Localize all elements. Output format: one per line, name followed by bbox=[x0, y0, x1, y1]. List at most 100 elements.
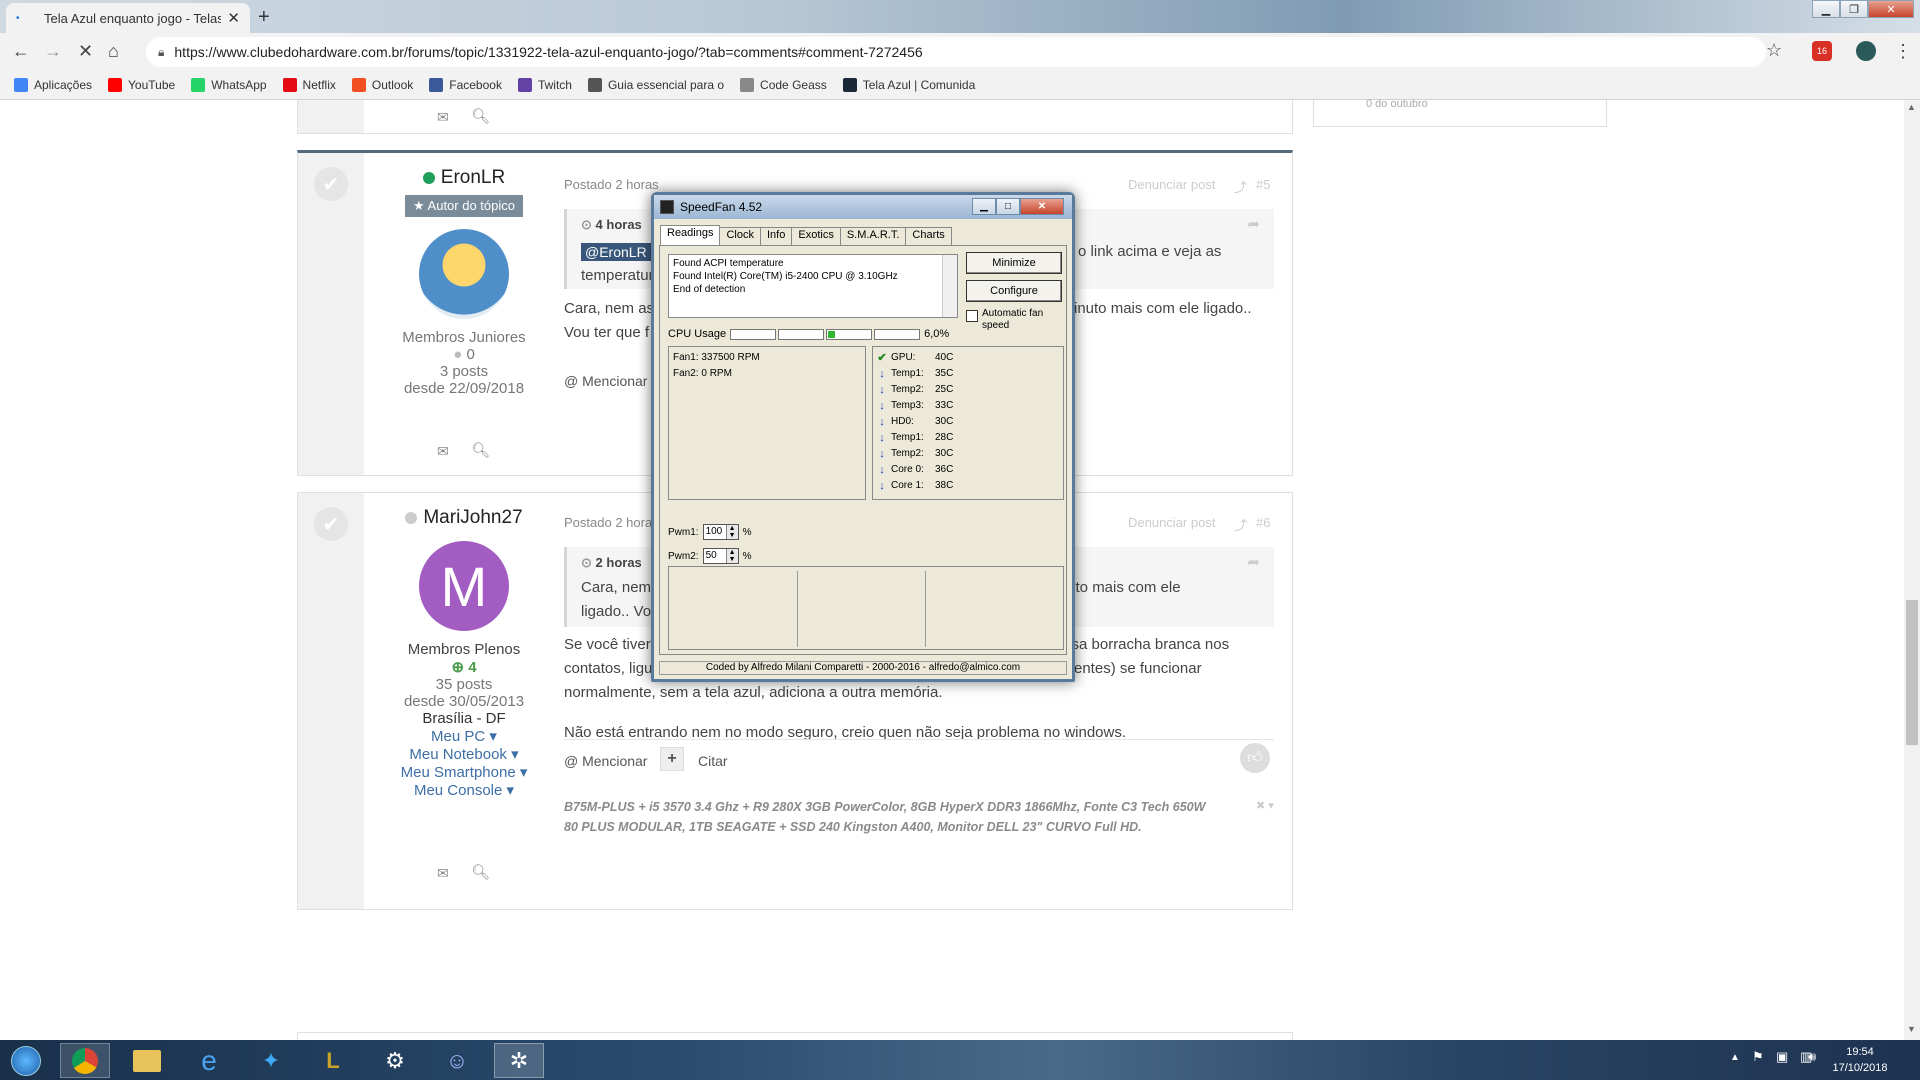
share-icon[interactable]: ⤴ bbox=[1234, 177, 1247, 196]
search-icon[interactable]: 🔍︎ bbox=[471, 107, 490, 125]
bookmark-2[interactable]: WhatsApp bbox=[191, 78, 267, 92]
steam-taskbar-icon[interactable]: ⚙ bbox=[370, 1043, 420, 1078]
pwm1-input[interactable]: 100 ▲ ▼ bbox=[702, 524, 739, 540]
window-minimize-button[interactable]: ▁ bbox=[1812, 0, 1840, 18]
profile-link-2[interactable]: Meu Smartphone ▾ bbox=[364, 763, 564, 781]
profile-link-0[interactable]: Meu PC ▾ bbox=[364, 727, 564, 745]
like-thumb-icon[interactable]: 👍︎ bbox=[1240, 743, 1270, 773]
bookmark-8[interactable]: Code Geass bbox=[740, 78, 827, 92]
minimize-button[interactable]: Minimize bbox=[966, 252, 1062, 274]
bookmark-6[interactable]: Twitch bbox=[517, 78, 572, 92]
scrollbar-thumb[interactable] bbox=[1906, 600, 1918, 745]
sensor-value: 33C bbox=[935, 400, 954, 411]
bookmark-3[interactable]: Netflix bbox=[282, 78, 336, 92]
speedfan-close-icon[interactable]: ✕ bbox=[1020, 198, 1064, 215]
chrome-taskbar-icon[interactable] bbox=[60, 1043, 110, 1078]
menu-dots-icon[interactable]: ⋮ bbox=[1894, 41, 1912, 62]
profile-link-3[interactable]: Meu Console ▾ bbox=[364, 781, 564, 799]
volume-icon[interactable]: 🔊︎ bbox=[1808, 1049, 1816, 1065]
mention-button[interactable]: @ Mencionar bbox=[564, 373, 647, 389]
bookmark-label: Code Geass bbox=[760, 78, 827, 92]
scroll-up-icon[interactable]: ▲ bbox=[1907, 102, 1916, 112]
page-scrollbar[interactable]: ▲ ▼ bbox=[1904, 100, 1920, 1040]
detection-log[interactable]: Found ACPI temperature Found Intel(R) Cor… bbox=[668, 254, 958, 318]
forward-icon[interactable]: → bbox=[44, 41, 62, 62]
search-icon[interactable]: 🔍︎ bbox=[471, 441, 490, 459]
bookmark-0[interactable]: Aplicações bbox=[14, 78, 92, 92]
post-number[interactable]: #6 bbox=[1256, 515, 1270, 530]
cpu-usage-value: 6,0% bbox=[924, 328, 950, 340]
speedfan-taskbar-icon[interactable]: ✲ bbox=[494, 1043, 544, 1078]
speedfan-tab-readings[interactable]: Readings bbox=[660, 225, 721, 245]
sensor-value: 30C bbox=[935, 416, 954, 427]
league-of-legends-taskbar-icon[interactable]: L bbox=[308, 1043, 358, 1078]
tab-close-icon[interactable]: ✕ bbox=[227, 9, 240, 27]
bookmark-5[interactable]: Facebook bbox=[429, 78, 502, 92]
speedfan-tab-info[interactable]: Info bbox=[760, 227, 793, 245]
speedfan-tab-smart[interactable]: S.M.A.R.T. bbox=[839, 227, 907, 245]
avatar[interactable] bbox=[419, 229, 509, 319]
start-button[interactable] bbox=[2, 1043, 50, 1078]
bookmark-4[interactable]: Outlook bbox=[351, 78, 413, 92]
speedfan-tab-charts[interactable]: Charts bbox=[905, 227, 952, 245]
mention-button[interactable]: @ Mencionar bbox=[564, 753, 647, 769]
post-number[interactable]: #5 bbox=[1256, 177, 1270, 192]
post-body-line1-right: ssa borracha branca nos bbox=[1064, 636, 1230, 653]
bookmark-star-icon[interactable]: ☆ bbox=[1766, 40, 1782, 61]
bookmark-7[interactable]: Guia essencial para o bbox=[587, 78, 724, 92]
username[interactable]: MariJohn27 bbox=[423, 507, 522, 529]
log-scrollbar[interactable] bbox=[942, 255, 957, 317]
speedfan-title: SpeedFan 4.52 bbox=[680, 200, 763, 214]
window-close-button[interactable]: ✕ bbox=[1868, 0, 1914, 18]
pwm2-spinner-icon[interactable]: ▲ ▼ bbox=[725, 549, 738, 563]
pwm1-spinner-icon[interactable]: ▲ ▼ bbox=[725, 525, 738, 539]
message-icon[interactable]: ✉ bbox=[437, 865, 449, 882]
tray-expand-icon[interactable]: ▲ bbox=[1730, 1052, 1740, 1063]
quote-chevron-icon: ⊙ bbox=[581, 217, 592, 232]
multiquote-plus-button[interactable]: + bbox=[660, 747, 684, 771]
report-post-link[interactable]: Denunciar post bbox=[1128, 177, 1215, 192]
search-icon[interactable]: 🔍︎ bbox=[471, 863, 490, 881]
quote-button[interactable]: Citar bbox=[698, 753, 728, 769]
avatar[interactable]: M bbox=[419, 541, 509, 631]
message-icon[interactable]: ✉ bbox=[437, 109, 449, 126]
stop-loading-icon[interactable]: ✕ bbox=[78, 41, 93, 62]
address-bar[interactable]: 🔒︎ https://www.clubedohardware.com.br/fo… bbox=[146, 37, 1766, 67]
home-icon[interactable]: ⌂ bbox=[108, 41, 119, 62]
tray-flag-icon[interactable]: ⚑ bbox=[1752, 1049, 1764, 1065]
share-icon[interactable]: ⤴ bbox=[1234, 515, 1247, 534]
mention-tag[interactable]: @EronLR bbox=[581, 243, 651, 261]
pwm2-input[interactable]: 50 ▲ ▼ bbox=[702, 548, 739, 564]
back-icon[interactable]: ← bbox=[12, 41, 30, 62]
reputation-plus-icon: ⊕ bbox=[451, 659, 465, 676]
window-restore-button[interactable]: ❐ bbox=[1840, 0, 1868, 18]
report-post-link[interactable]: Denunciar post bbox=[1128, 515, 1215, 530]
internet-explorer-taskbar-icon[interactable]: e bbox=[184, 1043, 234, 1078]
profile-avatar[interactable] bbox=[1856, 41, 1876, 61]
username[interactable]: EronLR bbox=[441, 167, 505, 189]
bookmark-1[interactable]: YouTube bbox=[108, 78, 175, 92]
signature-options-icon[interactable]: ✖ ▾ bbox=[1256, 799, 1274, 812]
readings-graph bbox=[668, 566, 1064, 650]
configure-button[interactable]: Configure bbox=[966, 280, 1062, 302]
bookmark-label: Twitch bbox=[537, 78, 572, 92]
scroll-down-icon[interactable]: ▼ bbox=[1907, 1024, 1916, 1034]
post-count: 3 posts bbox=[439, 363, 489, 380]
auto-fan-checkbox[interactable] bbox=[966, 310, 978, 322]
message-icon[interactable]: ✉ bbox=[437, 443, 449, 460]
pwm1-row: Pwm1: 100 ▲ ▼ % bbox=[668, 524, 751, 540]
taskbar-clock[interactable]: 19:54 17/10/2018 bbox=[1820, 1044, 1900, 1076]
discord-taskbar-icon[interactable]: ☺ bbox=[432, 1043, 482, 1078]
browser-tab[interactable]: • Tela Azul enquanto jogo - Telas azuis … bbox=[6, 3, 250, 33]
speedfan-tab-clock[interactable]: Clock bbox=[719, 227, 761, 245]
profile-link-1[interactable]: Meu Notebook ▾ bbox=[364, 745, 564, 763]
tray-app-icon[interactable]: ▣ bbox=[1776, 1049, 1788, 1065]
battlenet-taskbar-icon[interactable]: ✦ bbox=[246, 1043, 296, 1078]
speedfan-maximize-icon[interactable]: □ bbox=[996, 198, 1020, 215]
speedfan-minimize-icon[interactable]: ▁ bbox=[972, 198, 996, 215]
extension-badge[interactable]: 16 bbox=[1812, 41, 1832, 61]
file-explorer-taskbar-icon[interactable] bbox=[122, 1043, 172, 1078]
speedfan-tab-exotics[interactable]: Exotics bbox=[791, 227, 841, 245]
bookmark-9[interactable]: Tela Azul | Comunida bbox=[842, 78, 975, 92]
new-tab-icon[interactable]: + bbox=[258, 6, 270, 29]
